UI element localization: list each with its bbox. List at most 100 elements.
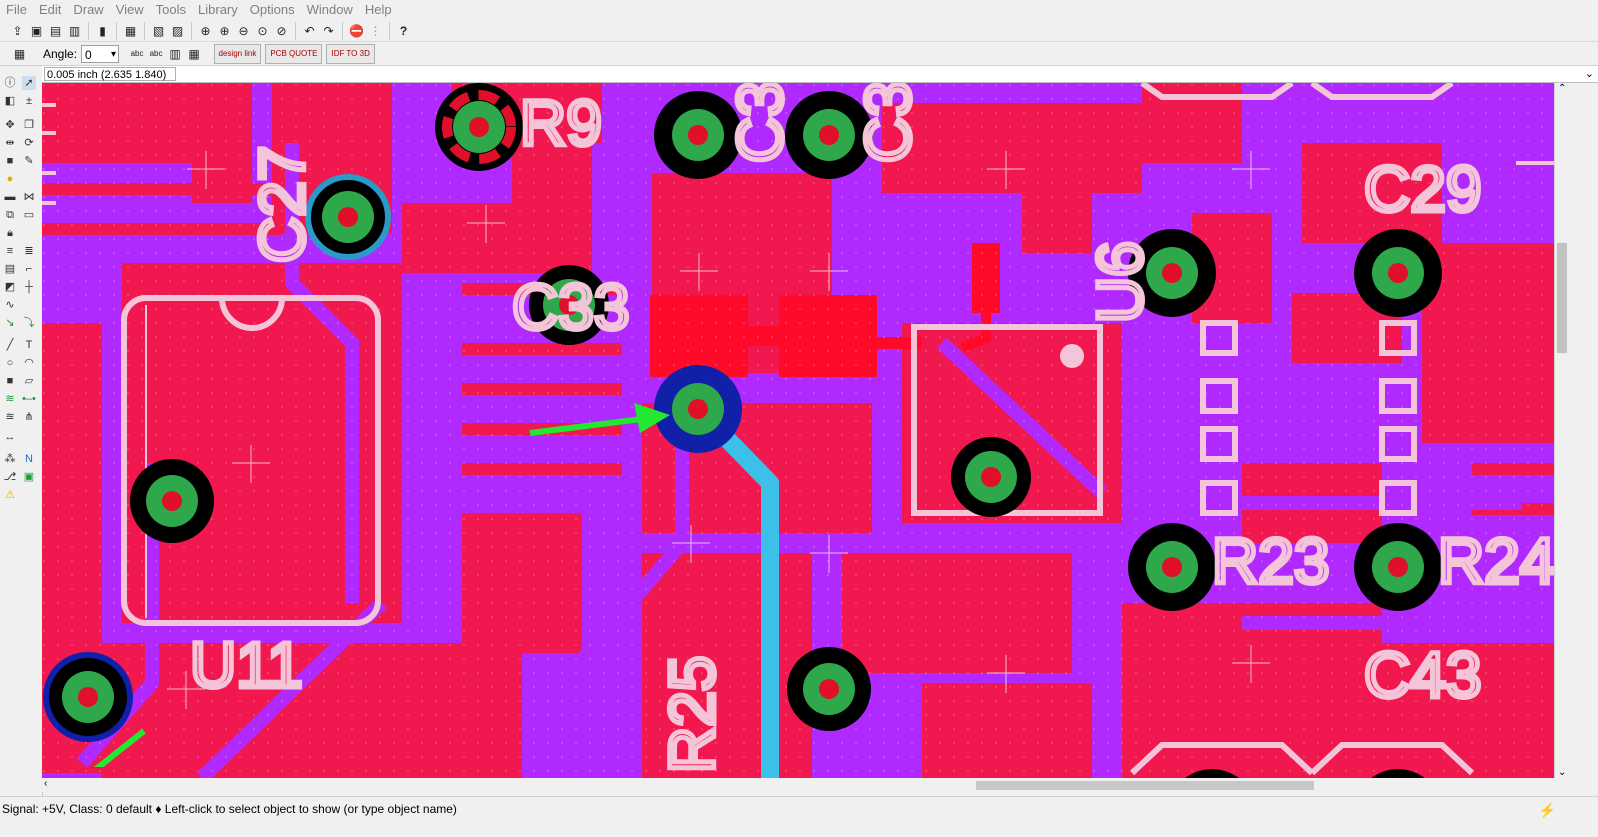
layout-icon-2[interactable]: ▦ — [186, 46, 202, 62]
text-rotated-icon[interactable]: abc — [148, 46, 164, 62]
stop-icon[interactable]: ⛔ — [349, 23, 365, 39]
warning-icon[interactable]: ⚠ — [3, 488, 17, 502]
menu-tools[interactable]: Tools — [150, 0, 192, 20]
text-abc-icon[interactable]: abc — [129, 46, 145, 62]
horizontal-scroll-thumb[interactable] — [976, 781, 1314, 790]
ref-label-r25: R25 — [656, 656, 728, 773]
delete-icon[interactable]: ▬ — [3, 190, 17, 204]
horizontal-scrollbar[interactable]: ‹ — [42, 778, 1554, 792]
layers-icon[interactable]: ▦ — [123, 23, 139, 39]
ref-label-c33: C33 — [512, 271, 629, 343]
menu-view[interactable]: View — [110, 0, 150, 20]
rect-icon[interactable]: ■ — [3, 154, 17, 168]
rotate-icon[interactable]: ⟳ — [22, 136, 36, 150]
ref-label-u6: U6 — [1084, 241, 1156, 323]
check-icon[interactable]: ▣ — [22, 470, 36, 484]
pcb-canvas[interactable]: R9 C27 C33 U11 R25 C29 U6 R23 R24 C43 C3… — [42, 83, 1554, 778]
menu-library[interactable]: Library — [192, 0, 244, 20]
zoom-previous-icon[interactable]: ⊘ — [274, 23, 290, 39]
arc-icon[interactable]: ◠ — [22, 356, 36, 370]
menu-edit[interactable]: Edit — [33, 0, 67, 20]
design-link-button[interactable]: design link — [213, 43, 262, 64]
wrench-icon[interactable]: ✎ — [22, 154, 36, 168]
menu-window[interactable]: Window — [301, 0, 359, 20]
info-icon[interactable]: ⓘ — [3, 76, 17, 90]
angle-select[interactable]: 0 ▾ — [81, 44, 120, 63]
netlist-icon[interactable]: ⋔ — [22, 410, 36, 424]
layer-icon[interactable]: ◧ — [3, 94, 17, 108]
menu-options[interactable]: Options — [244, 0, 301, 20]
bus-icon[interactable]: ▭ — [22, 208, 36, 222]
status-bar: Signal: +5V, Class: 0 default ♦ Left-cli… — [0, 728, 1598, 837]
idf-to-3d-button[interactable]: IDF TO 3D — [326, 43, 375, 64]
connect-icon[interactable]: •‒• — [22, 392, 36, 406]
route-icon[interactable]: ↘ — [3, 316, 17, 330]
menu-file[interactable]: File — [0, 0, 33, 20]
pcb-quote-button[interactable]: PCB QUOTE — [265, 43, 323, 64]
circle-icon[interactable]: ○ — [3, 356, 17, 370]
route-diff-icon[interactable]: ⤵ — [22, 316, 36, 330]
select-pointer-icon[interactable]: ➚ — [22, 76, 36, 90]
join-icon[interactable]: ⧉ — [3, 208, 17, 222]
ref-label-r9: R9 — [520, 87, 602, 159]
status-dots-icon: ⋮ — [369, 23, 382, 38]
move-icon[interactable]: ± — [22, 94, 36, 108]
redo-icon[interactable]: ↷ — [321, 23, 337, 39]
cursor-icon[interactable]: ▮ — [95, 23, 111, 39]
pcb-drawing[interactable]: R9 C27 C33 U11 R25 C29 U6 R23 R24 C43 C3… — [42, 83, 1554, 778]
command-input[interactable]: ⌄ — [178, 67, 1596, 81]
text-icon[interactable]: T — [22, 338, 36, 352]
menu-help[interactable]: Help — [359, 0, 398, 20]
undo-icon[interactable]: ↶ — [302, 23, 318, 39]
optimize-icon[interactable]: ⎇ — [3, 470, 17, 484]
layer-stack-icon[interactable]: ≋ — [3, 392, 17, 406]
zoom-area-icon[interactable]: ⊕ — [217, 23, 233, 39]
group-icon[interactable]: ≡ — [3, 244, 17, 258]
vertical-scroll-thumb[interactable] — [1557, 243, 1567, 353]
component-icon[interactable]: ▤ — [3, 262, 17, 276]
filled-rect-icon[interactable]: ■ — [3, 374, 17, 388]
align-icon[interactable]: ≣ — [22, 244, 36, 258]
zoom-in-icon[interactable]: ⊕ — [198, 23, 214, 39]
print-icon[interactable]: ▤ — [48, 23, 64, 39]
view-bottom-icon[interactable]: ▨ — [170, 23, 186, 39]
layout-icon-1[interactable]: ▥ — [167, 46, 183, 62]
ratsnest-icon[interactable]: ⁂ — [3, 452, 17, 466]
main-toolbar: ⇪ ▣ ▤ ▥ ▮ ▦ ▧ ▨ ⊕ ⊕ ⊖ ⊙ ⊘ ↶ ↷ ⛔ ⋮ ? — [0, 20, 1598, 42]
view-top-icon[interactable]: ▧ — [151, 23, 167, 39]
vertical-scrollbar[interactable]: ⌃ ⌄ — [1554, 83, 1569, 778]
dimension-icon[interactable]: ↔ — [3, 430, 17, 444]
via-icon[interactable]: ┼ — [22, 280, 36, 294]
help-icon[interactable]: ? — [396, 23, 412, 39]
chevron-left-icon[interactable]: ‹ — [44, 778, 47, 789]
waveform-icon[interactable]: ∿ — [3, 298, 17, 312]
drag-icon[interactable]: ✥ — [3, 118, 17, 132]
split-icon[interactable]: ⋈ — [22, 190, 36, 204]
save-icon[interactable]: ▣ — [29, 23, 45, 39]
toolbar-separator — [116, 21, 117, 40]
ref-label-u11: U11 — [190, 629, 303, 701]
open-icon[interactable]: ⇪ — [10, 23, 26, 39]
menu-draw[interactable]: Draw — [67, 0, 109, 20]
toolbar-separator — [88, 21, 89, 40]
zoom-out-icon[interactable]: ⊖ — [236, 23, 252, 39]
chevron-up-icon[interactable]: ⌃ — [1558, 83, 1566, 94]
mirror-icon[interactable]: ⇹ — [3, 136, 17, 150]
ref-label-c43: C43 — [1364, 639, 1481, 711]
polygon-icon[interactable]: ▱ — [22, 374, 36, 388]
copy-icon[interactable]: ❐ — [22, 118, 36, 132]
zoom-fit-icon[interactable]: ⊙ — [255, 23, 271, 39]
line-icon[interactable]: ╱ — [3, 338, 17, 352]
toolbar-separator — [342, 21, 343, 40]
pad-icon[interactable]: ◩ — [3, 280, 17, 294]
lock-icon[interactable]: 🔒︎ — [3, 226, 17, 240]
bulb-icon[interactable]: ● — [3, 172, 17, 186]
toolbar-separator — [144, 21, 145, 40]
print-preview-icon[interactable]: ▥ — [67, 23, 83, 39]
route-auto-icon[interactable]: Ν — [22, 452, 36, 466]
chevron-down-icon[interactable]: ⌄ — [1558, 767, 1566, 778]
grid-icon[interactable]: ▦ — [12, 46, 28, 62]
lightning-icon: ⚡ — [1538, 802, 1556, 818]
stack-icon[interactable]: ≊ — [3, 410, 17, 424]
corner-icon[interactable]: ⌐ — [22, 262, 36, 276]
